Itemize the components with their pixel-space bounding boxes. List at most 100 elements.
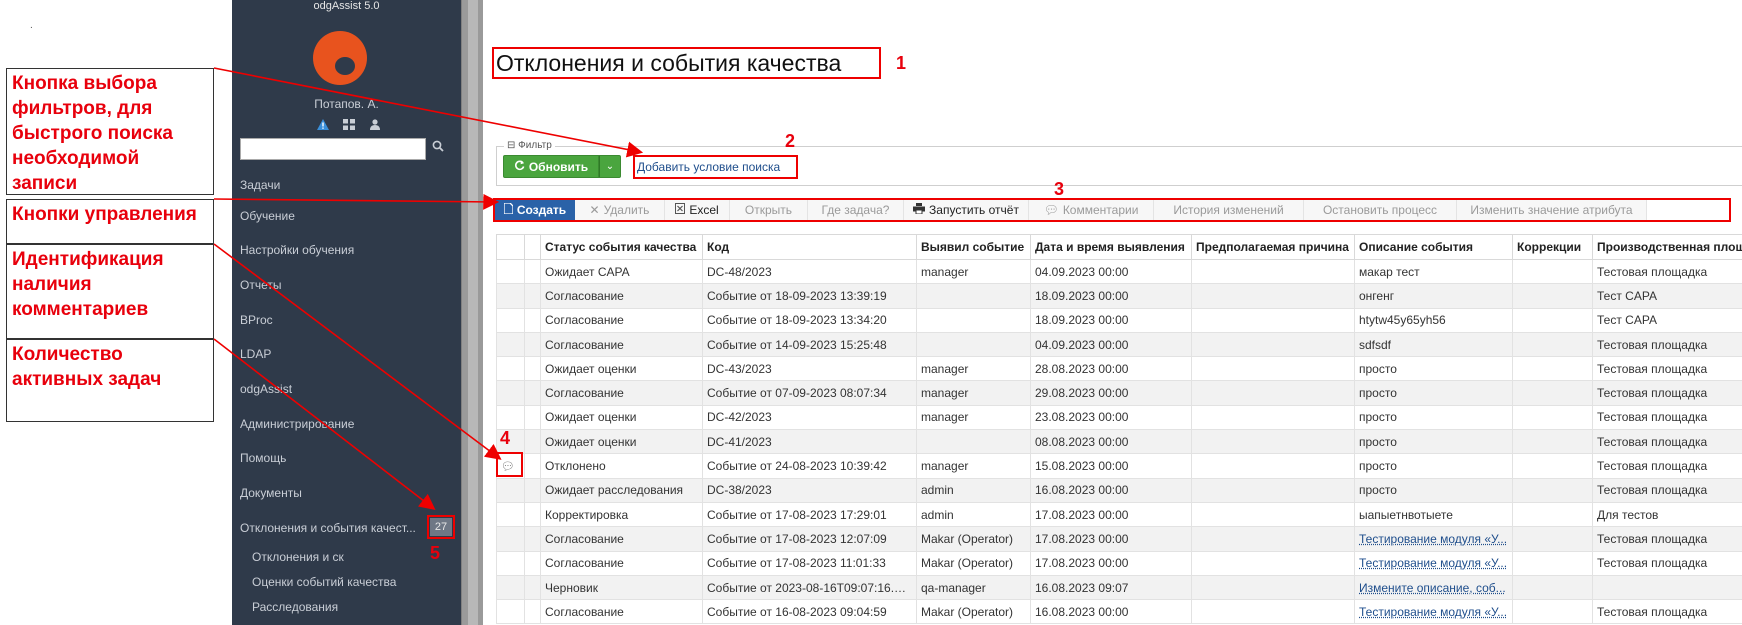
cell-detected-date: 16.08.2023 09:07 xyxy=(1030,574,1192,601)
search-icon[interactable] xyxy=(432,140,444,155)
sidebar-item-deviations[interactable]: Отклонения и события качест... xyxy=(240,521,416,535)
cell-cause xyxy=(1191,599,1355,625)
cell-status: Ожидает CAPA xyxy=(540,258,703,285)
cell-code: Событие от 17-08-2023 17:29:01 xyxy=(702,501,917,528)
table-row[interactable]: Согласование Событие от 18-09-2023 13:39:… xyxy=(496,283,1742,309)
cell-status: Ожидает расследования xyxy=(540,477,703,503)
refresh-dropdown-button[interactable]: ⌄ xyxy=(599,155,621,178)
cell-status: Согласование xyxy=(540,331,703,358)
sidebar-item-training[interactable]: Обучение xyxy=(240,209,295,223)
sidebar-subitem-deviations[interactable]: Отклонения и ск xyxy=(252,550,344,564)
sidebar-item-administration[interactable]: Администрирование xyxy=(240,417,354,431)
cell-detected-by: manager xyxy=(916,356,1031,382)
grid-icon[interactable] xyxy=(343,118,355,130)
row-select-cell[interactable] xyxy=(524,429,541,455)
header-description[interactable]: Описание события xyxy=(1354,234,1513,260)
comment-indicator-cell xyxy=(496,404,525,431)
row-select-cell[interactable] xyxy=(524,307,541,333)
warning-icon[interactable] xyxy=(317,118,329,130)
row-select-cell[interactable] xyxy=(524,404,541,431)
sidebar-item-bproc[interactable]: BProc xyxy=(240,313,273,327)
highlight-badge xyxy=(427,515,455,539)
row-select-cell[interactable] xyxy=(524,574,541,601)
cell-code: Событие от 24-08-2023 10:39:42 xyxy=(702,453,917,479)
cell-cause xyxy=(1191,550,1355,576)
highlight-toolbar xyxy=(493,198,1731,222)
header-corrections[interactable]: Коррекции xyxy=(1512,234,1593,260)
sidebar-item-training-settings[interactable]: Настройки обучения xyxy=(240,243,354,257)
sidebar-item-reports[interactable]: Отчеты xyxy=(240,278,281,292)
annotation-controls: Кнопки управления xyxy=(6,199,214,244)
cell-detected-date: 23.08.2023 00:00 xyxy=(1030,404,1192,431)
cell-status: Согласование xyxy=(540,380,703,406)
cell-description[interactable]: Тестирование модуля «У... xyxy=(1354,550,1513,576)
cell-description[interactable]: Измените описание, соб... xyxy=(1354,574,1513,601)
sidebar-subitem-assessments[interactable]: Оценки событий качества xyxy=(252,575,396,589)
row-select-cell[interactable] xyxy=(524,380,541,406)
table-row[interactable]: Корректировка Событие от 17-08-2023 17:29… xyxy=(496,501,1742,528)
cell-detected-date: 16.08.2023 00:00 xyxy=(1030,599,1192,625)
comment-indicator-cell xyxy=(496,356,525,382)
refresh-icon xyxy=(514,160,525,174)
row-select-cell[interactable] xyxy=(524,550,541,576)
sidebar-subitem-investigations[interactable]: Расследования xyxy=(252,600,338,614)
cell-site: Тестовая площадка xyxy=(1592,404,1742,431)
sidebar-item-ldap[interactable]: LDAP xyxy=(240,347,271,361)
header-cause[interactable]: Предполагаемая причина xyxy=(1191,234,1355,260)
row-select-cell[interactable] xyxy=(524,331,541,358)
row-select-cell[interactable] xyxy=(524,356,541,382)
table-row[interactable]: Согласование Событие от 16-08-2023 09:04:… xyxy=(496,599,1742,625)
comment-indicator-cell xyxy=(496,283,525,309)
table-row[interactable]: Ожидает оценки DC-43/2023 manager 28.08.202… xyxy=(496,356,1742,382)
app-logo xyxy=(313,31,367,85)
header-status[interactable]: Статус события качества xyxy=(540,234,703,260)
cell-detected-by xyxy=(916,283,1031,309)
row-select-cell[interactable] xyxy=(524,258,541,285)
table-row[interactable]: 💬︎ Отклонено Событие от 24-08-2023 10:39:4… xyxy=(496,453,1742,479)
row-select-cell[interactable] xyxy=(524,283,541,309)
header-detected-date[interactable]: Дата и время выявления xyxy=(1030,234,1192,260)
table-row[interactable]: Согласование Событие от 18-09-2023 13:34:… xyxy=(496,307,1742,333)
comment-indicator-cell xyxy=(496,526,525,552)
table-row[interactable]: Согласование Событие от 07-09-2023 08:07:… xyxy=(496,380,1742,406)
table-row[interactable]: Черновик Событие от 2023-08-16T09:07:16.6… xyxy=(496,574,1742,601)
table-row[interactable]: Ожидает расследования DC-38/2023 admin 16.0… xyxy=(496,477,1742,503)
cell-corrections xyxy=(1512,404,1593,431)
table-row[interactable]: Ожидает оценки DC-42/2023 manager 23.08.202… xyxy=(496,404,1742,431)
cell-description: просто xyxy=(1354,477,1513,503)
cell-cause xyxy=(1191,404,1355,431)
row-select-cell[interactable] xyxy=(524,526,541,552)
header-site[interactable]: Производственная площа xyxy=(1592,234,1742,260)
table-row[interactable]: Ожидает оценки DC-41/2023 08.08.2023 00:00… xyxy=(496,429,1742,455)
row-select-cell[interactable] xyxy=(524,501,541,528)
sidebar-item-help[interactable]: Помощь xyxy=(240,451,286,465)
table-row[interactable]: Согласование Событие от 17-08-2023 11:01:… xyxy=(496,550,1742,576)
row-select-cell[interactable] xyxy=(524,477,541,503)
header-code[interactable]: Код xyxy=(702,234,917,260)
sidebar-search-input[interactable] xyxy=(240,138,426,160)
cell-code: DC-48/2023 xyxy=(702,258,917,285)
cell-site: Тестовая площадка xyxy=(1592,477,1742,503)
cell-site: Для тестов xyxy=(1592,501,1742,528)
sidebar-item-tasks[interactable]: Задачи xyxy=(240,178,280,192)
row-select-cell[interactable] xyxy=(524,453,541,479)
cell-description: sdfsdf xyxy=(1354,331,1513,358)
sidebar-item-documents[interactable]: Документы xyxy=(240,486,302,500)
comment-indicator-cell xyxy=(496,380,525,406)
annotation-number-4: 4 xyxy=(500,428,511,448)
sidebar-item-odgassist[interactable]: odgAssist xyxy=(240,382,292,396)
cell-description[interactable]: Тестирование модуля «У... xyxy=(1354,526,1513,552)
filter-legend[interactable]: ⊟ Фильтр xyxy=(504,140,555,151)
user-name[interactable]: Потапов. А. xyxy=(232,97,461,111)
cell-description[interactable]: Тестирование модуля «У... xyxy=(1354,599,1513,625)
cell-detected-date: 17.08.2023 00:00 xyxy=(1030,526,1192,552)
header-detected-by[interactable]: Выявил событие xyxy=(916,234,1031,260)
sidebar-splitter[interactable] xyxy=(461,0,483,625)
row-select-cell[interactable] xyxy=(524,599,541,625)
table-row[interactable]: Согласование Событие от 17-08-2023 12:07:… xyxy=(496,526,1742,552)
user-icon[interactable] xyxy=(369,118,381,130)
table-row[interactable]: Ожидает CAPA DC-48/2023 manager 04.09.2023 … xyxy=(496,258,1742,285)
refresh-button[interactable]: Обновить xyxy=(503,155,599,178)
collapse-icon[interactable]: ⊟ xyxy=(507,140,518,151)
table-row[interactable]: Согласование Событие от 14-09-2023 15:25:… xyxy=(496,331,1742,358)
